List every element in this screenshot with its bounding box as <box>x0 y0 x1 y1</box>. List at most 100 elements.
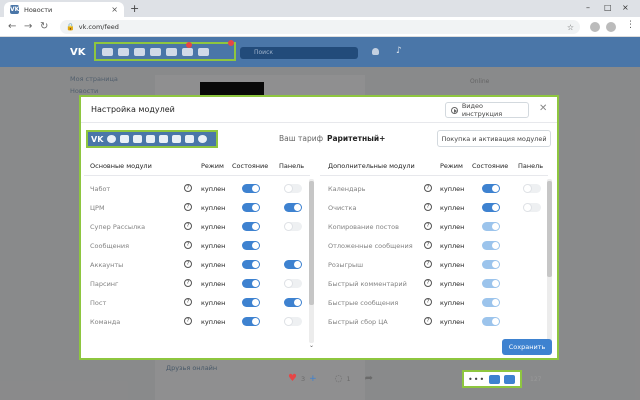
mail-icon[interactable] <box>489 374 501 384</box>
module-mode: куплен <box>440 299 465 307</box>
state-toggle[interactable] <box>242 203 260 212</box>
new-tab-icon[interactable]: + <box>130 2 139 15</box>
browser-menu-icon[interactable]: ⋮ <box>626 20 635 30</box>
buy-modules-button[interactable]: Покупка и активация модулей <box>437 130 551 147</box>
help-icon[interactable]: ? <box>184 279 192 287</box>
scrollbar[interactable] <box>547 179 552 343</box>
forward-icon[interactable]: → <box>24 20 32 34</box>
state-toggle[interactable] <box>482 260 500 269</box>
vk-logo[interactable]: VK <box>70 47 86 58</box>
panel-module-icon[interactable] <box>172 135 182 143</box>
ext-module-icon[interactable] <box>134 47 145 56</box>
state-toggle[interactable] <box>482 317 500 326</box>
ext-module-icon[interactable] <box>182 47 193 56</box>
close-icon[interactable]: ✕ <box>539 103 547 115</box>
help-icon[interactable]: ? <box>184 222 192 230</box>
help-icon[interactable]: ? <box>424 260 432 268</box>
ext-module-icon[interactable] <box>198 47 209 56</box>
module-row: Быстрый сбор ЦА? куплен <box>320 312 540 331</box>
panel-toggle[interactable] <box>284 222 302 231</box>
post-actions: ♥ 3 + ◌ 1 ➦ <box>288 373 373 384</box>
panel-module-icon[interactable] <box>107 135 117 143</box>
help-icon[interactable]: ? <box>424 222 432 230</box>
share-arrow-icon[interactable]: ➦ <box>365 373 373 384</box>
state-toggle[interactable] <box>482 222 500 231</box>
state-toggle[interactable] <box>242 184 260 193</box>
panel-toggle[interactable] <box>523 184 541 193</box>
help-icon[interactable]: ? <box>424 241 432 249</box>
video-instruction-button[interactable]: Видео инструкция <box>445 102 529 118</box>
panel-module-icon[interactable] <box>198 135 208 143</box>
calendar-icon[interactable] <box>504 374 516 384</box>
state-toggle[interactable] <box>482 279 500 288</box>
add-plus-icon[interactable]: + <box>309 374 317 384</box>
help-icon[interactable]: ? <box>184 298 192 306</box>
bookmark-star-icon[interactable]: ☆ <box>567 23 574 32</box>
notification-badge <box>228 40 234 46</box>
help-icon[interactable]: ? <box>184 241 192 249</box>
panel-toggle[interactable] <box>284 317 302 326</box>
maximize-icon[interactable]: □ <box>604 3 612 12</box>
help-icon[interactable]: ? <box>184 184 192 192</box>
close-window-icon[interactable]: × <box>622 3 629 12</box>
music-note-icon[interactable]: ♪ <box>396 46 402 56</box>
help-icon[interactable]: ? <box>184 260 192 268</box>
ext-module-icon[interactable] <box>150 47 161 56</box>
comment-icon[interactable]: ◌ <box>335 374 343 384</box>
module-name: Очистка <box>328 204 357 212</box>
ext-module-icon[interactable] <box>118 47 129 56</box>
module-panel-preview: VK <box>86 130 218 148</box>
save-button[interactable]: Сохранить <box>502 339 552 355</box>
panel-module-icon[interactable] <box>133 135 143 143</box>
module-name: Сообщения <box>90 242 130 250</box>
state-toggle[interactable] <box>242 222 260 231</box>
minimize-icon[interactable]: – <box>586 3 590 12</box>
state-toggle[interactable] <box>242 298 260 307</box>
panel-toggle[interactable] <box>284 184 302 193</box>
panel-module-icon[interactable] <box>120 135 130 143</box>
browser-tab[interactable]: VK Новости × <box>4 2 124 17</box>
panel-toggle[interactable] <box>284 298 302 307</box>
state-toggle[interactable] <box>482 203 500 212</box>
address-bar[interactable]: 🔒 vk.com/feed ☆ <box>60 20 580 34</box>
vk-search-input[interactable]: Поиск <box>240 47 358 59</box>
panel-toggle[interactable] <box>284 279 302 288</box>
bell-icon[interactable] <box>372 48 379 55</box>
likes-count: 3 <box>300 374 306 383</box>
state-toggle[interactable] <box>482 184 500 193</box>
help-icon[interactable]: ? <box>424 298 432 306</box>
state-toggle[interactable] <box>242 260 260 269</box>
help-icon[interactable]: ? <box>184 203 192 211</box>
panel-module-icon[interactable] <box>159 135 169 143</box>
ext-module-icon[interactable] <box>166 47 177 56</box>
panel-module-icon[interactable] <box>185 135 195 143</box>
like-heart-icon[interactable]: ♥ <box>288 373 297 384</box>
panel-module-icon[interactable] <box>146 135 156 143</box>
state-toggle[interactable] <box>482 298 500 307</box>
help-icon[interactable]: ? <box>424 203 432 211</box>
module-mode: куплен <box>440 280 465 288</box>
profile-avatar-icon[interactable] <box>606 22 616 32</box>
help-icon[interactable]: ? <box>424 317 432 325</box>
extension-icon[interactable] <box>590 22 600 32</box>
scrollbar[interactable] <box>309 179 314 343</box>
tab-close-icon[interactable]: × <box>111 5 118 14</box>
reload-icon[interactable]: ↻ <box>40 20 48 34</box>
help-icon[interactable]: ? <box>424 184 432 192</box>
module-name: Команда <box>90 318 121 326</box>
state-toggle[interactable] <box>242 241 260 250</box>
state-toggle[interactable] <box>242 317 260 326</box>
panel-toggle[interactable] <box>523 203 541 212</box>
scroll-down-icon[interactable]: ⌄ <box>309 342 314 349</box>
column-header-mode: Режим <box>201 162 224 170</box>
ext-module-icon[interactable] <box>102 47 113 56</box>
state-toggle[interactable] <box>242 279 260 288</box>
panel-toggle[interactable] <box>284 260 302 269</box>
panel-toggle[interactable] <box>284 203 302 212</box>
state-toggle[interactable] <box>482 241 500 250</box>
help-icon[interactable]: ? <box>424 279 432 287</box>
more-dots-icon[interactable]: ••• <box>468 375 485 384</box>
back-icon[interactable]: ← <box>8 20 16 34</box>
help-icon[interactable]: ? <box>184 317 192 325</box>
module-mode: куплен <box>440 261 465 269</box>
